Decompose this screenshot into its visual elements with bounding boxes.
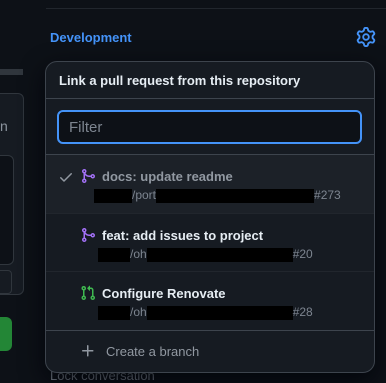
filter-input[interactable] [57,110,362,144]
pull-request-repo: /port #273 [94,188,341,203]
popover-title: Link a pull request from this repository [46,62,374,99]
pull-request-title: Configure Renovate [102,286,226,301]
merged-pr-icon [82,169,96,183]
create-branch-button[interactable]: Create a branch [46,330,374,372]
redacted-owner [98,247,130,262]
filter-section [46,99,374,155]
merged-pr-icon [82,228,96,242]
section-divider [46,8,386,9]
background-bar [0,69,23,75]
plus-icon [82,345,94,357]
background-text: n [0,118,8,134]
pull-request-repo: /oh #28 [98,305,313,320]
redacted-owner [98,305,130,320]
pull-request-item[interactable]: docs: update readme /port #273 [46,155,374,213]
background-control[interactable] [0,270,12,294]
submit-button[interactable] [0,317,12,351]
gear-icon[interactable] [356,27,376,47]
redacted-repo [156,188,315,203]
pull-request-item[interactable]: Configure Renovate /oh #28 [46,271,374,329]
check-icon [60,173,72,182]
pull-request-title: feat: add issues to project [102,228,264,243]
pull-request-repo: /oh #20 [98,247,313,262]
redacted-repo [146,247,293,262]
redacted-repo [146,305,293,320]
open-pr-icon [81,285,96,301]
comment-textarea[interactable] [0,155,14,265]
redacted-owner [94,188,132,203]
pull-request-title: docs: update readme [102,169,233,184]
link-pull-request-popover: Link a pull request from this repository… [45,61,375,373]
create-branch-label: Create a branch [106,344,200,359]
pull-request-item[interactable]: feat: add issues to project /oh #20 [46,213,374,271]
development-heading[interactable]: Development [50,30,132,45]
